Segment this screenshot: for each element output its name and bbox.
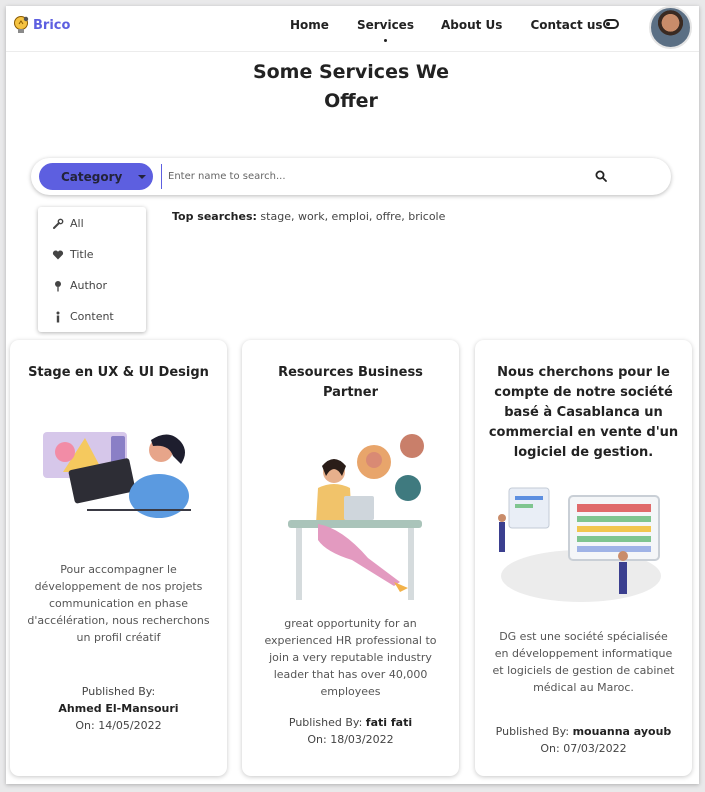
search-input[interactable] bbox=[168, 164, 568, 189]
dropdown-item-content[interactable]: Content bbox=[52, 310, 114, 323]
published-label: Published By: bbox=[495, 725, 570, 738]
card-published: Published By: fati fati On: 18/03/2022 bbox=[250, 714, 451, 748]
card-description: DG est une société spécialisée en dévelo… bbox=[492, 630, 675, 694]
category-dropdown-menu: All Title Author Content bbox=[38, 207, 146, 332]
top-searches: Top searches: stage, work, emploi, offre… bbox=[172, 210, 445, 223]
dropdown-item-label: Author bbox=[70, 279, 108, 292]
brand-name: Brico bbox=[33, 17, 71, 33]
card-description: great opportunity for an experienced HR … bbox=[264, 617, 437, 698]
date-label: On: bbox=[540, 742, 560, 755]
search-divider bbox=[161, 164, 162, 189]
card-published: Published By: Ahmed El-Mansouri On: 14/0… bbox=[18, 683, 219, 734]
hr-partner-illustration bbox=[288, 434, 424, 600]
nav-contact-link[interactable]: Contact us bbox=[530, 18, 602, 32]
service-card[interactable]: Nous cherchons pour le compte de notre s… bbox=[475, 340, 692, 776]
nav-services-link[interactable]: Services bbox=[357, 18, 414, 42]
dropdown-item-label: Title bbox=[70, 248, 94, 261]
card-date: 18/03/2022 bbox=[330, 733, 394, 746]
nav-about-link[interactable]: About Us bbox=[441, 18, 502, 32]
category-dropdown-button[interactable]: Category bbox=[39, 163, 153, 190]
navbar: Brico Home Services About Us Contact us bbox=[6, 6, 699, 52]
nav-home-link[interactable]: Home bbox=[290, 18, 329, 32]
dropdown-item-label: All bbox=[70, 217, 84, 230]
dropdown-item-all[interactable]: All bbox=[52, 217, 84, 230]
page-title-line2: Offer bbox=[324, 90, 378, 112]
theme-toggle[interactable] bbox=[603, 19, 619, 29]
lightbulb-icon bbox=[14, 16, 29, 33]
brand-logo[interactable]: Brico bbox=[10, 14, 70, 36]
card-author[interactable]: mouanna ayoub bbox=[573, 725, 672, 738]
card-author[interactable]: fati fati bbox=[366, 716, 412, 729]
search-icon[interactable] bbox=[595, 170, 607, 182]
date-label: On: bbox=[75, 719, 95, 732]
card-author[interactable]: Ahmed El-Mansouri bbox=[58, 702, 178, 715]
caret-down-icon bbox=[138, 175, 146, 179]
service-card[interactable]: Resources Business Partner great opportu… bbox=[242, 340, 459, 776]
dropdown-item-author[interactable]: Author bbox=[52, 279, 107, 292]
date-label: On: bbox=[307, 733, 327, 746]
pin-icon bbox=[55, 280, 61, 291]
heart-icon bbox=[52, 249, 64, 259]
software-sales-illustration bbox=[498, 487, 661, 602]
search-bar: Category bbox=[31, 158, 671, 195]
page-frame: Brico Home Services About Us Contact us … bbox=[6, 6, 699, 784]
page-title-line1: Some Services We bbox=[252, 61, 450, 83]
card-title: Resources Business Partner bbox=[278, 365, 423, 400]
designer-illustration bbox=[43, 432, 191, 518]
service-card[interactable]: Stage en UX & UI Design Pour accompagner… bbox=[10, 340, 227, 776]
dropdown-item-title[interactable]: Title bbox=[52, 248, 94, 261]
page-title: Some Services We Offer bbox=[226, 58, 476, 116]
category-label: Category bbox=[61, 169, 123, 184]
card-date: 07/03/2022 bbox=[563, 742, 627, 755]
published-label: Published By: bbox=[81, 685, 156, 698]
card-description: Pour accompagner le développement de nos… bbox=[27, 563, 210, 644]
top-searches-label: Top searches: bbox=[172, 210, 257, 223]
card-date: 14/05/2022 bbox=[98, 719, 162, 732]
published-label: Published By: bbox=[288, 716, 363, 729]
card-title: Nous cherchons pour le compte de notre s… bbox=[488, 365, 679, 460]
info-icon bbox=[56, 311, 60, 322]
wrench-icon bbox=[53, 218, 64, 229]
card-published: Published By: mouanna ayoub On: 07/03/20… bbox=[483, 723, 684, 757]
top-searches-terms[interactable]: stage, work, emploi, offre, bricole bbox=[260, 210, 445, 223]
avatar[interactable] bbox=[649, 6, 692, 49]
card-title: Stage en UX & UI Design bbox=[28, 365, 209, 380]
nav-links: Home Services About Us Contact us bbox=[290, 18, 603, 42]
dropdown-item-label: Content bbox=[70, 310, 114, 323]
